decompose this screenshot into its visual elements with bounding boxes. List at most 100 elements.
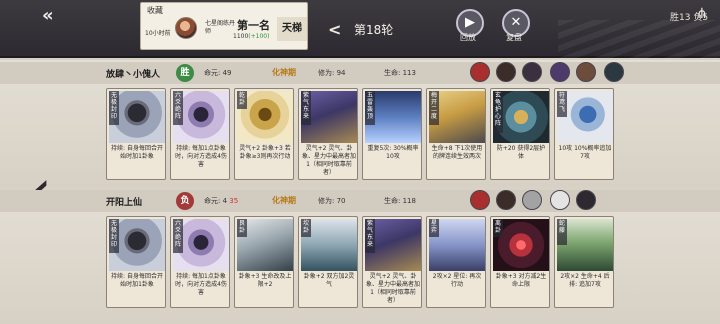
ladder-label: 天梯 <box>277 17 307 41</box>
player1-name: 放肆丶小傀人 <box>106 70 161 80</box>
card[interactable]: 乾卦 灵气+2 卦象+3 若卦象≥3则再次行动 <box>234 88 294 180</box>
play-icon: ▶ <box>465 15 475 30</box>
card[interactable]: 离卦 卦象+3 对方减2生命上限 <box>490 216 550 308</box>
hp-value: 35 <box>229 197 239 205</box>
player1-realm: 化神期 <box>272 68 296 77</box>
card-title: 无极封印 <box>109 219 119 253</box>
card-title: 蛇藤 <box>557 219 567 245</box>
card-title: 紫气东来 <box>365 219 375 253</box>
cultivation-value: 70 <box>336 197 346 205</box>
player2-realm: 化神期 <box>272 196 296 205</box>
card-desc: 灵气+2 灵气、卦象、星力中最高者加1（相同时取靠前者） <box>366 273 421 304</box>
card[interactable]: 紫气东来 灵气+2 灵气、卦象、星力中最高者加1（相同时取靠前者） <box>298 88 358 180</box>
card-title: 坎卦 <box>301 219 311 237</box>
hp-label: 命元: <box>204 197 221 205</box>
cultivation-label: 修为: <box>318 69 335 77</box>
match-summary-card[interactable]: 收藏 10小时前 七星阁练丹师 第一名 1100(+100) 天梯 <box>140 2 308 50</box>
status-icon[interactable] <box>496 190 516 210</box>
card-desc: 卦象+3 生命改及上限+2 <box>238 273 292 288</box>
life-label: 生命: <box>384 69 401 77</box>
rank-label: 第一名 <box>237 19 270 32</box>
card-title: 紫气东来 <box>301 91 311 125</box>
round-label: 第18轮 <box>354 23 394 37</box>
player2-cultivation: 修为: 70 <box>318 196 346 206</box>
collect-label[interactable]: 收藏 <box>147 5 163 16</box>
status-icon[interactable] <box>522 190 542 210</box>
life-value: 113 <box>402 69 416 77</box>
status-icon[interactable] <box>576 190 596 210</box>
card-desc: 防+20 获得2层护体 <box>496 145 546 160</box>
close-icon: ✕ <box>510 15 522 30</box>
card[interactable]: 紫气东来 灵气+2 灵气、卦象、星力中最高者加1（相同时取靠前者） <box>362 216 422 308</box>
card[interactable]: 星弈 2攻×2 星位: 再次行动 <box>426 216 486 308</box>
card-title: 五雷轰顶 <box>365 91 375 125</box>
status-icon[interactable] <box>496 62 516 82</box>
avatar <box>175 17 197 39</box>
card-title: 星弈 <box>429 219 439 237</box>
card[interactable]: 无极封印 持续: 自身每回合开始时加1卦象 <box>106 216 166 308</box>
review-label: 复盘 <box>506 33 522 42</box>
player-name: 七星阁练丹师 <box>205 20 236 35</box>
replay-label: 回放 <box>460 33 476 42</box>
player1-cultivation: 修为: 94 <box>318 68 346 78</box>
card-desc: 重复5次: 30%概率10攻 <box>367 145 419 160</box>
card-desc: 10攻 10%概率追加7攻 <box>558 145 612 160</box>
card[interactable]: 玄龟护心阵 防+20 获得2层护体 <box>490 88 550 180</box>
player2-life: 生命: 118 <box>384 196 416 206</box>
card[interactable]: 艮卦 卦象+3 生命改及上限+2 <box>234 216 294 308</box>
card-desc: 持续: 每加1点卦象时，向对方造成4伤害 <box>175 273 227 296</box>
card-desc: 卦象+3 对方减2生命上限 <box>495 273 547 288</box>
chevron-left-icon[interactable]: < <box>328 20 341 39</box>
card-title: 玄龟护心阵 <box>493 91 503 133</box>
card-desc: 灵气+2 卦象+3 若卦象≥3则再次行动 <box>239 145 291 160</box>
card-desc: 卦象+2 双方加2灵气 <box>303 273 355 288</box>
card-title: 梅开二度 <box>429 91 439 125</box>
time-label: 10小时前 <box>145 30 171 37</box>
card-desc: 2攻×2 星位: 再次行动 <box>432 273 482 288</box>
status-icon[interactable] <box>522 62 542 82</box>
back-arrow-icon[interactable]: « <box>42 7 70 25</box>
share-icon[interactable]: ⋔ <box>696 6 714 24</box>
card-desc: 灵气+2 灵气、卦象、星力中最高者加1（相同时取靠前者） <box>302 145 357 176</box>
life-value: 118 <box>402 197 416 205</box>
card-desc: 持续: 自身每回合开始时加1卦象 <box>111 145 163 160</box>
card-title: 离卦 <box>493 219 503 237</box>
card[interactable]: 无极封印 持续: 自身每回合开始时加1卦象 <box>106 88 166 180</box>
card-desc: 持续: 自身每回合开始时加1卦象 <box>111 273 163 288</box>
card-desc: 持续: 每加1点卦象时，向对方造成4伤害 <box>175 145 227 168</box>
life-label: 生命: <box>384 197 401 205</box>
card-title: 乾卦 <box>237 91 247 109</box>
player1-life: 生命: 113 <box>384 68 416 78</box>
card-title: 符鸢飞 <box>557 91 567 117</box>
card-desc: 2攻×2 生命+4 后排: 追加7攻 <box>560 273 610 288</box>
card[interactable]: 五雷轰顶 重复5次: 30%概率10攻 <box>362 88 422 180</box>
status-icon[interactable] <box>604 62 624 82</box>
hp-old-value: 4 <box>222 197 228 205</box>
status-icon[interactable] <box>550 190 570 210</box>
card-title: 艮卦 <box>237 219 247 237</box>
cultivation-value: 94 <box>336 69 346 77</box>
status-icon[interactable] <box>550 62 570 82</box>
hp-label: 命元: <box>204 69 221 77</box>
card[interactable]: 六爻绝阵 持续: 每加1点卦象时，向对方造成4伤害 <box>170 88 230 180</box>
player2-hp: 命元: 4 35 <box>204 196 238 206</box>
score-base: 1100 <box>233 33 249 40</box>
player1-hp: 命元: 49 <box>204 68 232 78</box>
card[interactable]: 符鸢飞 10攻 10%概率追加7攻 <box>554 88 614 180</box>
top-bar-decoration <box>558 20 720 58</box>
win-badge: 胜 <box>176 64 194 82</box>
card[interactable]: 坎卦 卦象+2 双方加2灵气 <box>298 216 358 308</box>
lose-badge: 负 <box>176 192 194 210</box>
card[interactable]: 六爻绝阵 持续: 每加1点卦象时，向对方造成4伤害 <box>170 216 230 308</box>
hp-value: 49 <box>222 69 232 77</box>
status-icon[interactable] <box>470 62 490 82</box>
card[interactable]: 梅开二度 生命+8 下1次使用的牌连续生效两次 <box>426 88 486 180</box>
card-desc: 生命+8 下1次使用的牌连续生效两次 <box>431 145 483 160</box>
card-title: 六爻绝阵 <box>173 219 183 253</box>
score-label: 1100(+100) <box>233 33 269 40</box>
cultivation-label: 修为: <box>318 197 335 205</box>
score-delta: (+100) <box>248 33 270 40</box>
card[interactable]: 蛇藤 2攻×2 生命+4 后排: 追加7攻 <box>554 216 614 308</box>
status-icon[interactable] <box>470 190 490 210</box>
status-icon[interactable] <box>576 62 596 82</box>
